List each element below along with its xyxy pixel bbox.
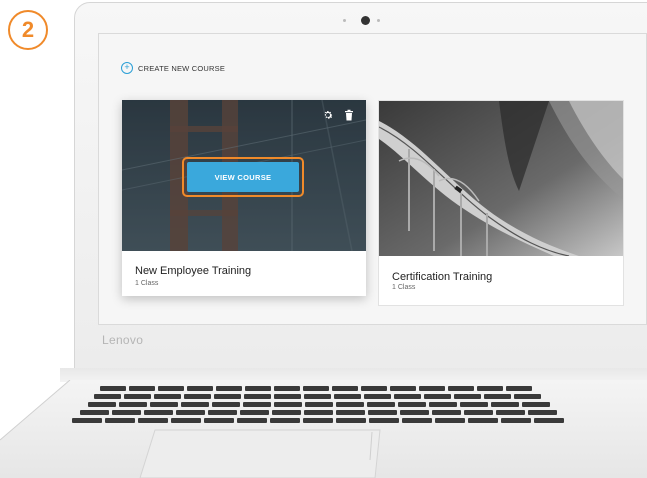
keyboard-key <box>303 386 329 391</box>
keyboard-key <box>119 402 147 407</box>
keyboard-key <box>303 418 333 423</box>
keyboard-key <box>491 402 519 407</box>
keyboard-key <box>158 386 184 391</box>
keyboard-key <box>336 418 366 423</box>
keyboard-key <box>100 386 126 391</box>
keyboard-key <box>216 386 242 391</box>
laptop-brand-logo: Lenovo <box>102 333 144 347</box>
keyboard-key <box>334 394 361 399</box>
keyboard-key <box>154 394 181 399</box>
course-class-count: 1 Class <box>392 284 416 291</box>
keyboard-key <box>305 402 333 407</box>
course-card-image: VIEW COURSE <box>122 100 366 251</box>
keyboard-key <box>171 418 201 423</box>
keyboard-key <box>506 386 532 391</box>
keyboard-key <box>368 410 397 415</box>
keyboard-key <box>398 402 426 407</box>
keyboard-key <box>80 410 109 415</box>
keyboard-key <box>468 418 498 423</box>
create-course-label: CREATE NEW COURSE <box>138 63 226 73</box>
keyboard-key <box>72 418 102 423</box>
keyboard-key <box>124 394 151 399</box>
keyboard-key <box>454 394 481 399</box>
keyboard-key <box>270 418 300 423</box>
webcam-light <box>377 19 380 22</box>
keyboard-key <box>364 394 391 399</box>
keyboard-key <box>435 418 465 423</box>
keyboard-key <box>212 402 240 407</box>
keyboard-key <box>244 394 271 399</box>
keyboard-key <box>112 410 141 415</box>
laptop-screen: + CREATE NEW COURSE VIEW COURSE New Empl… <box>98 33 647 325</box>
keyboard-key <box>94 394 121 399</box>
view-course-button[interactable]: VIEW COURSE <box>187 162 299 192</box>
keyboard-key <box>176 410 205 415</box>
keyboard-key <box>332 386 358 391</box>
keyboard-key <box>243 402 271 407</box>
coastal-bridge-image <box>379 101 623 256</box>
keyboard-key <box>214 394 241 399</box>
keyboard-key <box>400 410 429 415</box>
keyboard-key <box>367 402 395 407</box>
webcam-sensor <box>343 19 346 22</box>
keyboard-key <box>336 402 364 407</box>
plus-circle-icon: + <box>121 62 133 74</box>
keyboard-key <box>484 394 511 399</box>
course-card-certification-training[interactable]: Certification Training 1 Class <box>378 100 624 306</box>
keyboard-key <box>496 410 525 415</box>
course-card-new-employee-training[interactable]: VIEW COURSE New Employee Training 1 Clas… <box>122 100 366 296</box>
keyboard-key <box>432 410 461 415</box>
laptop-keyboard-deck <box>0 380 647 478</box>
keyboard-key <box>138 418 168 423</box>
keyboard-key <box>369 418 399 423</box>
keyboard-key <box>534 418 564 423</box>
keyboard-key <box>304 410 333 415</box>
keyboard-key <box>237 418 267 423</box>
keyboard-key <box>477 386 503 391</box>
keyboard-key <box>204 418 234 423</box>
keyboard-key <box>272 410 301 415</box>
course-class-count: 1 Class <box>135 280 159 287</box>
keyboard-key <box>394 394 421 399</box>
keyboard-key <box>448 386 474 391</box>
keyboard-key <box>424 394 451 399</box>
view-course-highlight: VIEW COURSE <box>182 157 304 197</box>
create-course-button[interactable]: + CREATE NEW COURSE <box>121 62 225 74</box>
keyboard-key <box>88 402 116 407</box>
keyboard-key <box>240 410 269 415</box>
keyboard-key <box>245 386 271 391</box>
keyboard-key <box>528 410 557 415</box>
keyboard-key <box>208 410 237 415</box>
keyboard-key <box>274 386 300 391</box>
gear-icon[interactable] <box>322 109 334 121</box>
keyboard-key <box>304 394 331 399</box>
keyboard-key <box>402 418 432 423</box>
webcam-icon <box>361 16 370 25</box>
keyboard-key <box>361 386 387 391</box>
keyboard-key <box>144 410 173 415</box>
touchpad[interactable] <box>139 429 381 478</box>
course-title: Certification Training <box>392 271 493 283</box>
keyboard-key <box>187 386 213 391</box>
keyboard-key <box>514 394 541 399</box>
keyboard-key <box>336 410 365 415</box>
keyboard-key <box>522 402 550 407</box>
keyboard-key <box>429 402 457 407</box>
keyboard-key <box>390 386 416 391</box>
keyboard-key <box>129 386 155 391</box>
keyboard-key <box>105 418 135 423</box>
keyboard-key <box>501 418 531 423</box>
keyboard-key <box>184 394 211 399</box>
keyboard-key <box>419 386 445 391</box>
keyboard-key <box>274 402 302 407</box>
course-card-image <box>379 101 623 256</box>
trash-icon[interactable] <box>344 109 354 121</box>
course-title: New Employee Training <box>135 265 252 277</box>
keyboard-key <box>464 410 493 415</box>
keyboard-key <box>460 402 488 407</box>
keyboard-key <box>181 402 209 407</box>
keyboard-key <box>274 394 301 399</box>
step-number-badge: 2 <box>8 10 48 50</box>
keyboard-key <box>150 402 178 407</box>
